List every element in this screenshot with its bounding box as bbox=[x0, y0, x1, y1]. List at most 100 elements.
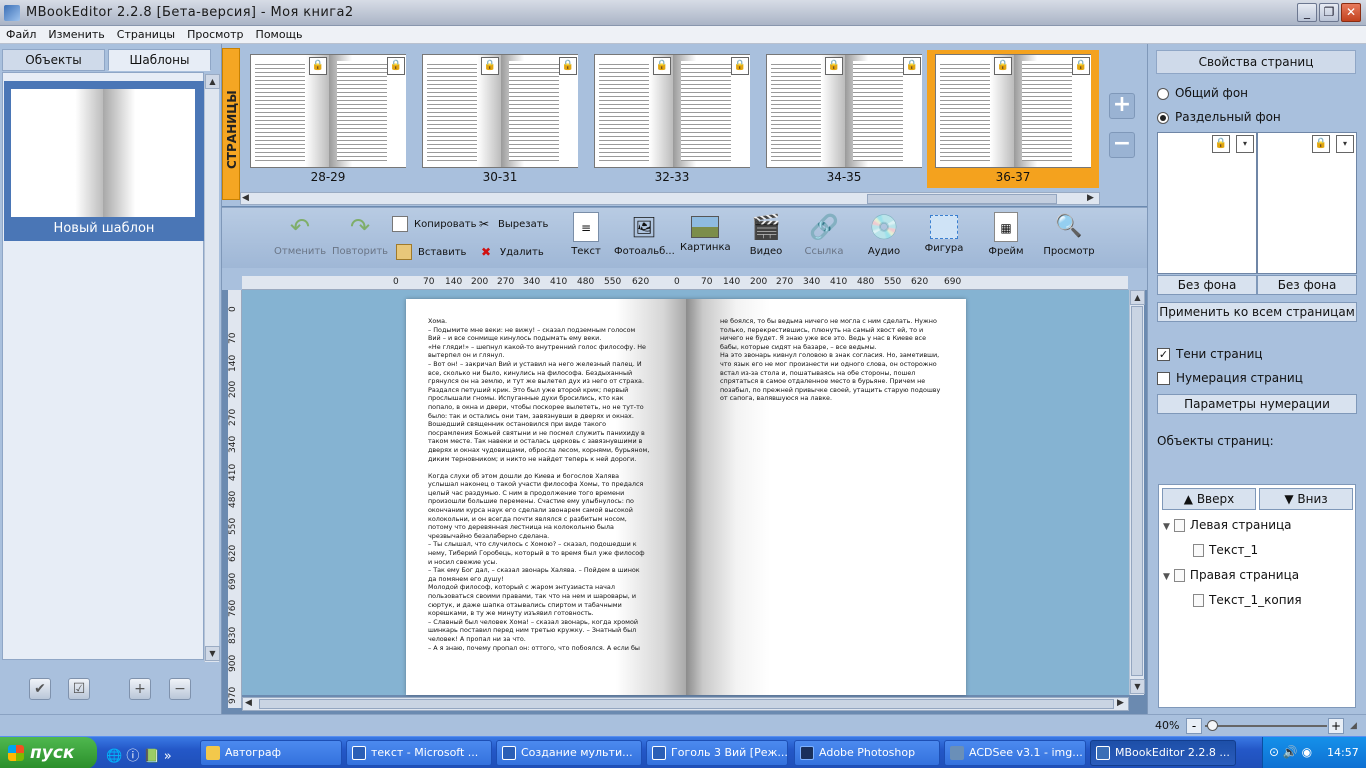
zoom-in-button[interactable]: + bbox=[1328, 718, 1344, 734]
menu-help[interactable]: Помощь bbox=[250, 26, 309, 41]
menu-pages[interactable]: Страницы bbox=[111, 26, 181, 41]
task-word-text[interactable]: текст - Microsoft ... bbox=[346, 740, 492, 766]
left-bg-preview[interactable]: 🔒 ▾ bbox=[1157, 132, 1257, 274]
right-page[interactable]: не боялся, то бы ведьма ничего не могла … bbox=[686, 299, 966, 695]
link-button[interactable]: 🔗 Ссылка bbox=[802, 212, 846, 257]
copy-button[interactable]: Копировать bbox=[392, 216, 476, 234]
zoom-out-button[interactable]: - bbox=[1186, 718, 1202, 734]
preview-button[interactable]: 🔍 Просмотр bbox=[1042, 212, 1096, 257]
scroll-right-arrow-icon[interactable]: ▶ bbox=[1117, 698, 1124, 708]
lock-icon[interactable]: 🔒 bbox=[731, 57, 749, 75]
scroll-left-arrow-icon[interactable]: ◀ bbox=[242, 193, 249, 203]
remove-page-button[interactable]: − bbox=[1109, 132, 1135, 158]
lock-icon[interactable]: 🔒 bbox=[903, 57, 921, 75]
template-item[interactable]: Новый шаблон bbox=[4, 81, 204, 241]
add-template-icon[interactable]: + bbox=[129, 678, 151, 700]
undo-button[interactable]: ↶ Отменить bbox=[274, 212, 326, 257]
minimize-button[interactable]: _ bbox=[1297, 3, 1317, 22]
task-photoshop[interactable]: Adobe Photoshop bbox=[794, 740, 940, 766]
no-bg-right-button[interactable]: Без фона bbox=[1257, 275, 1357, 295]
scroll-left-arrow-icon[interactable]: ◀ bbox=[245, 698, 252, 708]
tab-templates[interactable]: Шаблоны bbox=[108, 49, 211, 71]
apply-all-pages-button[interactable]: Применить ко всем страницам bbox=[1157, 302, 1357, 322]
right-bg-preview[interactable]: 🔒 ▾ bbox=[1257, 132, 1357, 274]
resize-grip-icon[interactable]: ◢ bbox=[1350, 721, 1357, 731]
task-autograph[interactable]: Автограф bbox=[200, 740, 342, 766]
page-thumb-30-31[interactable]: 🔒 🔒 30-31 bbox=[414, 50, 586, 188]
no-bg-left-button[interactable]: Без фона bbox=[1157, 275, 1257, 295]
remove-template-icon[interactable]: − bbox=[169, 678, 191, 700]
add-page-button[interactable]: + bbox=[1109, 93, 1135, 119]
canvas-vertical-scrollbar[interactable]: ▲ ▼ bbox=[1129, 290, 1145, 695]
page-thumb-28-29[interactable]: 🔒 🔒 28-29 bbox=[242, 50, 414, 188]
zoom-slider-track[interactable] bbox=[1205, 725, 1327, 727]
lock-icon[interactable]: 🔒 bbox=[559, 57, 577, 75]
tree-right-page[interactable]: ▼ Правая страница bbox=[1163, 568, 1299, 582]
check-icon[interactable]: ✔ bbox=[29, 678, 51, 700]
lock-icon[interactable]: 🔒 bbox=[825, 57, 843, 75]
canvas-hscroll-thumb[interactable] bbox=[259, 699, 1114, 709]
menu-file[interactable]: Файл bbox=[0, 26, 42, 41]
apply-template-icon[interactable]: ☑ bbox=[68, 678, 90, 700]
lock-icon[interactable]: 🔒 bbox=[1312, 135, 1330, 153]
scroll-down-arrow-icon[interactable]: ▼ bbox=[1130, 679, 1145, 694]
zoom-slider-knob[interactable] bbox=[1207, 720, 1219, 731]
tab-objects[interactable]: Объекты bbox=[2, 49, 105, 71]
menu-edit[interactable]: Изменить bbox=[42, 26, 110, 41]
lock-icon[interactable]: 🔒 bbox=[387, 57, 405, 75]
tree-text-1[interactable]: Текст_1 bbox=[1193, 543, 1258, 557]
left-page-text[interactable]: Хома. – Подымите мне веки: не вижу! – ск… bbox=[428, 317, 650, 687]
canvas-vscroll-thumb[interactable] bbox=[1131, 306, 1143, 676]
page-thumb-36-37[interactable]: 🔒 🔒 36-37 bbox=[927, 50, 1099, 188]
photo-album-button[interactable]: 🖼 Фотоальб... bbox=[614, 212, 675, 257]
left-page[interactable]: Хома. – Подымите мне веки: не вижу! – ск… bbox=[406, 299, 686, 695]
scroll-up-arrow-icon[interactable]: ▲ bbox=[205, 74, 220, 89]
pages-scroll-thumb[interactable] bbox=[867, 194, 1057, 204]
audio-button[interactable]: 💿 Аудио bbox=[862, 212, 906, 257]
page-thumb-34-35[interactable]: 🔒 🔒 34-35 bbox=[758, 50, 930, 188]
text-button[interactable]: ≡ Текст bbox=[566, 212, 606, 257]
tab-page-properties[interactable]: Свойства страниц bbox=[1156, 50, 1356, 74]
start-button[interactable]: пуск bbox=[0, 737, 97, 768]
page-numbering-checkbox[interactable]: Нумерация страниц bbox=[1157, 371, 1303, 385]
redo-button[interactable]: ↷ Повторить bbox=[332, 212, 388, 257]
editor-canvas[interactable]: Хома. – Подымите мне веки: не вижу! – ск… bbox=[242, 290, 1129, 695]
lock-icon[interactable]: 🔒 bbox=[994, 57, 1012, 75]
video-button[interactable]: 🎬 Видео bbox=[744, 212, 788, 257]
lock-icon[interactable]: 🔒 bbox=[309, 57, 327, 75]
lock-icon[interactable]: 🔒 bbox=[1072, 57, 1090, 75]
lock-icon[interactable]: 🔒 bbox=[481, 57, 499, 75]
chevron-down-icon[interactable]: ▾ bbox=[1336, 135, 1354, 153]
task-acdsee[interactable]: ACDSee v3.1 - img... bbox=[944, 740, 1086, 766]
move-up-button[interactable]: ▲ Вверх bbox=[1162, 488, 1256, 510]
scroll-right-arrow-icon[interactable]: ▶ bbox=[1087, 193, 1094, 203]
image-button[interactable]: Картинка bbox=[680, 212, 731, 253]
move-down-button[interactable]: ▼ Вниз bbox=[1259, 488, 1353, 510]
right-page-text[interactable]: не боялся, то бы ведьма ничего не могла … bbox=[720, 317, 942, 417]
canvas-horizontal-scrollbar[interactable]: ◀ ▶ bbox=[242, 697, 1129, 711]
cut-button[interactable]: ✂ Вырезать bbox=[476, 216, 548, 234]
quicklaunch-icons[interactable]: 🌐 ⓘ 📗 » bbox=[106, 745, 172, 764]
menu-view[interactable]: Просмотр bbox=[181, 26, 249, 41]
lock-icon[interactable]: 🔒 bbox=[653, 57, 671, 75]
common-bg-radio[interactable]: Общий фон bbox=[1157, 86, 1248, 100]
pages-scrollbar[interactable]: ◀ ▶ bbox=[240, 192, 1100, 205]
scroll-down-arrow-icon[interactable]: ▼ bbox=[205, 646, 220, 661]
page-shadows-checkbox[interactable]: ✓ Тени страниц bbox=[1157, 347, 1263, 361]
lock-icon[interactable]: 🔒 bbox=[1212, 135, 1230, 153]
chevron-down-icon[interactable]: ▾ bbox=[1236, 135, 1254, 153]
numbering-params-button[interactable]: Параметры нумерации bbox=[1157, 394, 1357, 414]
close-button[interactable]: ✕ bbox=[1341, 3, 1361, 22]
tree-left-page[interactable]: ▼ Левая страница bbox=[1163, 518, 1292, 532]
tray-icons[interactable]: ⊙ 🔊 ◉ bbox=[1269, 745, 1312, 759]
separate-bg-radio[interactable]: Раздельный фон bbox=[1157, 110, 1281, 124]
maximize-button[interactable]: ❐ bbox=[1319, 3, 1339, 22]
paste-button[interactable]: Вставить bbox=[396, 244, 466, 262]
tree-text-1-copy[interactable]: Текст_1_копия bbox=[1193, 593, 1302, 607]
delete-button[interactable]: ✖ Удалить bbox=[478, 244, 544, 262]
scroll-up-arrow-icon[interactable]: ▲ bbox=[1130, 290, 1145, 305]
shape-button[interactable]: Фигура bbox=[922, 212, 966, 254]
task-word-multi[interactable]: Создание мульти... bbox=[496, 740, 642, 766]
task-word-gogol[interactable]: Гоголь 3 Вий [Реж... bbox=[646, 740, 788, 766]
page-thumb-32-33[interactable]: 🔒 🔒 32-33 bbox=[586, 50, 758, 188]
